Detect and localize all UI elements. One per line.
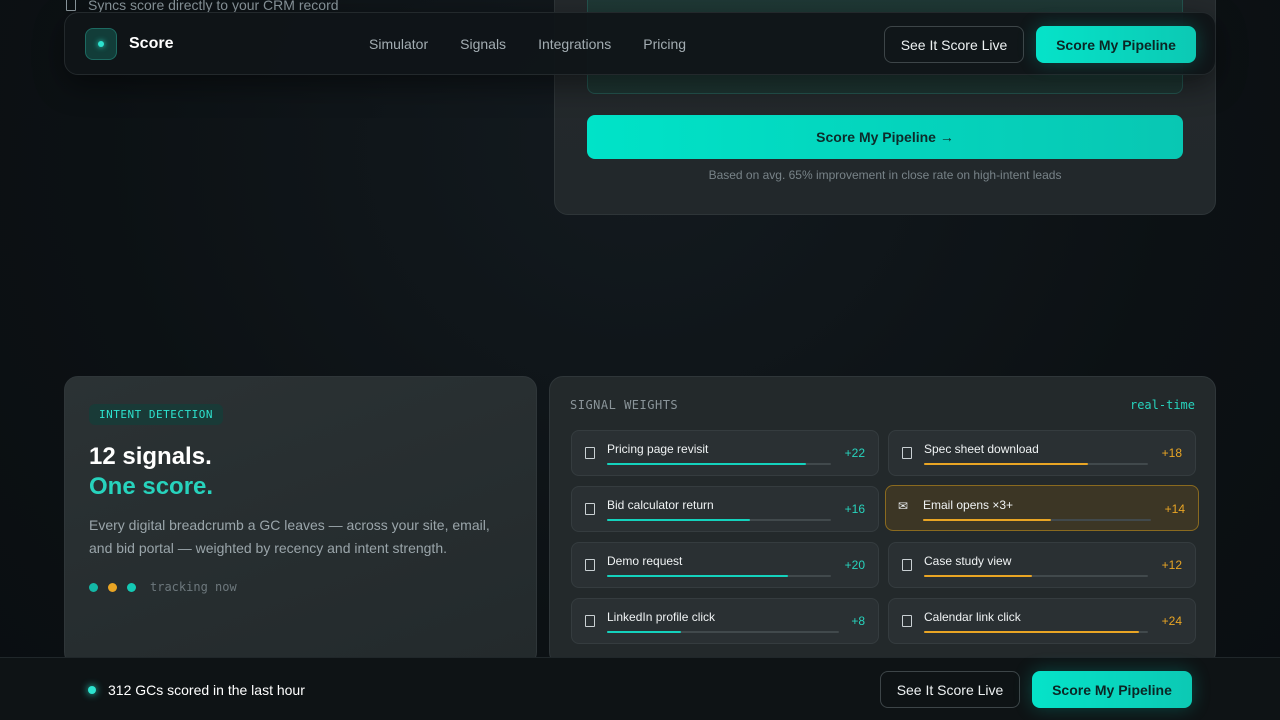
tracking-label: tracking now [150,580,237,594]
signal-bar-track [924,631,1148,633]
doc-icon [585,503,595,515]
signal-name: LinkedIn profile click [607,610,716,624]
signal-item[interactable]: LinkedIn profile click +8 [571,598,879,644]
signal-value: +24 [1161,614,1182,628]
signal-bar-fill [607,631,682,633]
signal-bar-fill [607,575,789,577]
signal-name: Pricing page revisit [607,442,709,456]
intent-detection-card: INTENT DETECTION 12 signals. One score. … [64,376,537,666]
signal-bar-track [924,463,1148,465]
signal-bar-fill [924,631,1140,633]
signal-bar-track [607,631,839,633]
signal-name: Demo request [607,554,683,568]
live-indicator-icon [88,686,96,694]
signal-value: +20 [844,558,865,572]
logo-dot [98,41,104,47]
doc-icon [585,447,595,459]
signal-weights-title: SIGNAL WEIGHTS [570,398,679,412]
signal-item[interactable]: Case study view +12 [888,542,1196,588]
signal-bar-fill [607,463,807,465]
nav-link-pricing[interactable]: Pricing [643,36,686,52]
signal-bar-fill [924,575,1032,577]
signal-item[interactable]: Demo request +20 [571,542,879,588]
signal-value: +12 [1161,558,1182,572]
intent-description: Every digital breadcrumb a GC leaves — a… [89,517,490,556]
tracking-indicator: tracking now [89,580,237,594]
calculator-note: Based on avg. 65% improvement in close r… [708,168,1062,182]
signal-bar-track [607,519,831,521]
doc-icon [66,0,76,11]
signal-bar-fill [923,519,1051,521]
signal-name: Calendar link click [924,610,1021,624]
live-scored-count: 312 GCs scored in the last hour [108,682,305,698]
signal-item[interactable]: Calendar link click +24 [888,598,1196,644]
nav-score-pipeline-button[interactable]: Score My Pipeline [1036,26,1196,63]
tracking-dot-teal-2 [127,582,136,592]
top-nav: Score Simulator Signals Integrations Pri… [64,12,1216,75]
signal-value: +16 [844,502,865,516]
tracking-dot-teal [89,582,98,592]
signal-name: Email opens ×3+ [923,498,1014,512]
nav-links: Simulator Signals Integrations Pricing [369,36,686,52]
signal-value: +18 [1161,446,1182,460]
doc-icon [902,447,912,459]
intent-heading-line2: One score. [89,473,214,500]
signal-value: +8 [851,614,865,628]
signal-item[interactable]: Pricing page revisit +22 [571,430,879,476]
tracking-dot-amber [108,582,117,592]
doc-icon [902,615,912,627]
bottom-score-pipeline-button[interactable]: Score My Pipeline [1032,671,1192,708]
signal-bar-track [924,575,1148,577]
signal-name: Bid calculator return [607,498,714,512]
signal-bar-track [607,575,831,577]
bottom-see-live-button[interactable]: See It Score Live [880,671,1020,708]
doc-icon [585,615,595,627]
signal-bar-fill [607,519,751,521]
signal-item[interactable]: Spec sheet download +18 [888,430,1196,476]
signal-weights-card: SIGNAL WEIGHTS real-time Pricing page re… [549,376,1216,666]
calculator-score-button[interactable]: Score My Pipeline → [587,115,1183,159]
nav-link-simulator[interactable]: Simulator [369,36,428,52]
brand-name[interactable]: Score [129,35,173,53]
signal-bar-track [607,463,831,465]
signal-value: +14 [1164,502,1185,516]
logo-icon[interactable] [85,28,117,60]
signal-name: Spec sheet download [924,442,1039,456]
nav-link-integrations[interactable]: Integrations [538,36,611,52]
signal-bar-fill [924,463,1088,465]
doc-icon [902,559,912,571]
signal-value: +22 [844,446,865,460]
signal-item-highlighted[interactable]: ✉ Email opens ×3+ +14 [885,485,1199,531]
nav-link-signals[interactable]: Signals [460,36,506,52]
signal-item[interactable]: Bid calculator return +16 [571,486,879,532]
realtime-label: real-time [1129,398,1195,412]
nav-see-live-button[interactable]: See It Score Live [884,26,1024,63]
doc-icon [585,559,595,571]
envelope-icon: ✉ [898,499,909,513]
signal-bar-track [923,519,1151,521]
bottom-cta-bar: 312 GCs scored in the last hour See It S… [0,657,1280,720]
intent-heading-line1: 12 signals. [89,443,212,470]
intent-badge: INTENT DETECTION [89,404,223,425]
signal-name: Case study view [924,554,1012,568]
